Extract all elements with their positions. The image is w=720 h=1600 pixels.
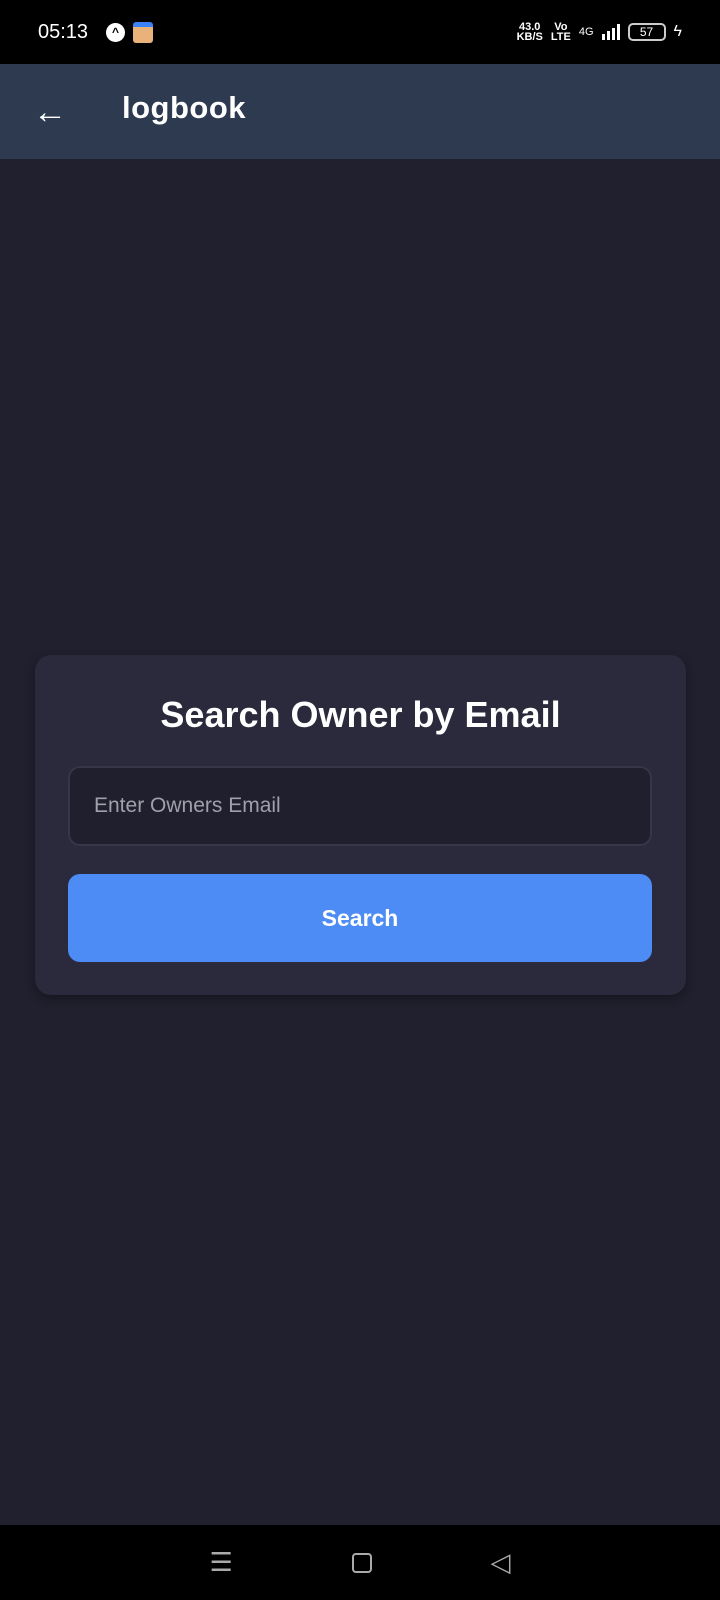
volte-indicator: Vo LTE	[550, 22, 571, 43]
battery-level: 57	[639, 25, 654, 39]
network-type: 4G	[578, 26, 594, 38]
lte-label: LTE	[550, 31, 571, 43]
system-nav-bar: ☰ ◁	[0, 1525, 720, 1600]
menu-icon[interactable]: ☰	[209, 1547, 232, 1578]
charging-icon: ϟ	[673, 23, 682, 40]
search-owner-card: Search Owner by Email Enter Owners Email…	[35, 655, 686, 995]
app-notification-icon: ^	[106, 22, 126, 42]
search-button[interactable]: Search	[68, 874, 652, 962]
battery-icon: 57	[627, 23, 666, 41]
back-button[interactable]: ←	[30, 92, 70, 132]
status-bar: 05:13 ^ 43.0 KB/S Vo LTE 4G 57 ϟ	[0, 0, 720, 64]
card-title: Search Owner by Email	[160, 694, 561, 735]
search-button-label: Search	[321, 904, 399, 931]
shopping-app-notification-icon	[133, 21, 154, 43]
owner-email-input[interactable]: Enter Owners Email	[68, 766, 652, 846]
app-bar: ← logbook	[0, 64, 720, 159]
back-triangle-icon[interactable]: ◁	[491, 1547, 511, 1578]
signal-icon	[601, 24, 620, 40]
page-title: logbook	[122, 90, 247, 125]
network-speed: 43.0 KB/S	[516, 22, 543, 43]
speed-unit: KB/S	[516, 31, 543, 43]
arrow-left-icon: ←	[33, 92, 67, 131]
email-placeholder: Enter Owners Email	[94, 794, 281, 817]
home-icon[interactable]	[351, 1552, 372, 1573]
status-time: 05:13	[38, 20, 89, 43]
